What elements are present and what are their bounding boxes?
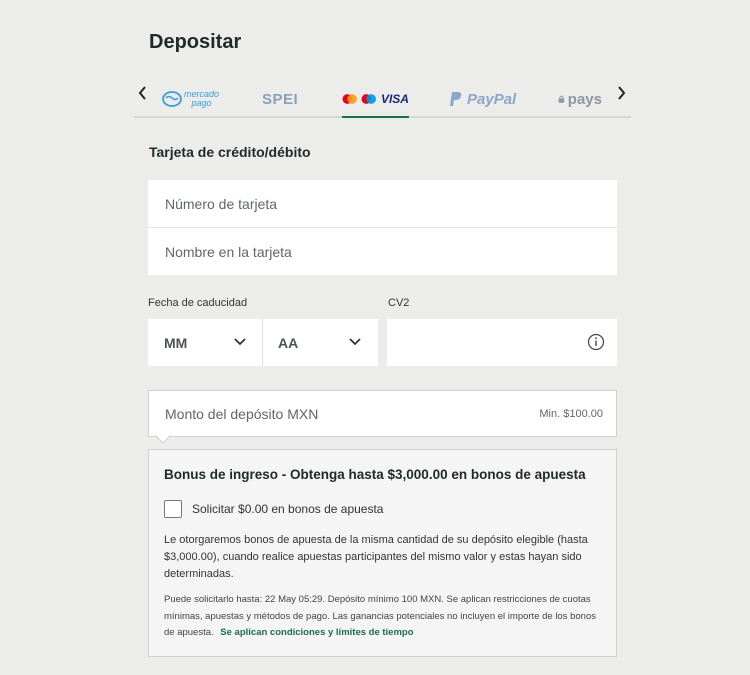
mastercard-icon bbox=[342, 94, 358, 104]
month-value: MM bbox=[164, 335, 188, 351]
info-icon[interactable] bbox=[587, 333, 605, 351]
card-number-placeholder: Número de tarjeta bbox=[165, 196, 278, 212]
caret-pointer bbox=[155, 435, 171, 444]
bonus-checkbox-label: Solicitar $0.00 en bonos de apuesta bbox=[192, 502, 384, 516]
card-number-input[interactable]: Número de tarjeta bbox=[148, 180, 617, 227]
card-name-input[interactable]: Nombre en la tarjeta bbox=[148, 228, 617, 275]
tabs-next-button[interactable] bbox=[613, 84, 629, 104]
deposit-min-text: Min. $100.00 bbox=[539, 408, 603, 420]
paypal-icon bbox=[450, 92, 462, 106]
bonus-fine-print-block: Puede solicitarlo hasta: 22 May 05:29. D… bbox=[164, 592, 604, 642]
chevron-down-icon bbox=[349, 338, 361, 346]
deposit-amount-input[interactable]: Monto del depósito MXN Min. $100.00 bbox=[148, 390, 617, 437]
bonus-checkbox[interactable] bbox=[164, 500, 182, 518]
tab-active-indicator bbox=[342, 116, 409, 118]
maestro-icon bbox=[361, 94, 377, 104]
deposit-amount-placeholder: Monto del depósito MXN bbox=[165, 406, 319, 422]
visa-logo: VISA bbox=[380, 92, 409, 106]
pays-logo: pays bbox=[567, 90, 602, 108]
card-name-placeholder: Nombre en la tarjeta bbox=[165, 244, 292, 260]
mercadopago-logo-icon bbox=[162, 91, 182, 107]
tab-spei[interactable]: SPEI bbox=[262, 86, 298, 112]
chevron-left-icon bbox=[138, 86, 146, 100]
terms-link[interactable]: Se aplican condiciones y límites de tiem… bbox=[220, 627, 413, 638]
year-value: AA bbox=[278, 335, 299, 351]
chevron-down-icon bbox=[234, 338, 246, 346]
cvv-input[interactable] bbox=[387, 319, 617, 366]
paypal-logo: PayPal bbox=[467, 90, 517, 108]
bonus-description: Le otorgaremos bonos de apuesta de la mi… bbox=[164, 534, 588, 580]
bonus-panel: Bonus de ingreso - Obtenga hasta $3,000.… bbox=[148, 449, 617, 657]
cvv-label: CV2 bbox=[388, 297, 410, 309]
expiry-month-select[interactable]: MM bbox=[148, 319, 262, 366]
card-section-title: Tarjeta de crédito/débito bbox=[149, 144, 311, 160]
page-title: Depositar bbox=[149, 31, 242, 53]
bonus-title: Bonus de ingreso - Obtenga hasta $3,000.… bbox=[164, 467, 586, 482]
lock-icon bbox=[558, 95, 565, 103]
chevron-right-icon bbox=[618, 86, 626, 100]
mercadopago-label-bottom: pago bbox=[191, 98, 212, 108]
tab-pays[interactable]: pays bbox=[558, 86, 602, 112]
tabs-prev-button[interactable] bbox=[135, 84, 151, 104]
tab-paypal[interactable]: PayPal bbox=[449, 86, 516, 112]
tab-mercadopago[interactable]: mercado pago bbox=[162, 86, 219, 112]
expiry-label: Fecha de caducidad bbox=[148, 297, 248, 309]
tab-card[interactable]: VISA bbox=[342, 86, 409, 112]
expiry-year-select[interactable]: AA bbox=[263, 319, 378, 366]
spei-logo: SPEI bbox=[262, 90, 299, 108]
